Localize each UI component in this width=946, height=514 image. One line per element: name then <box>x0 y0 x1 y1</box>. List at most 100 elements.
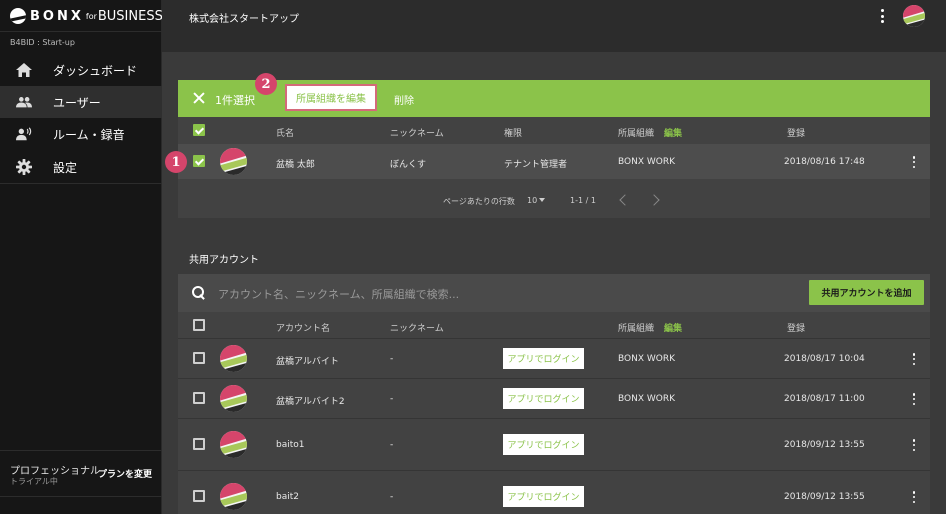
app-login-button[interactable]: アプリでログイン <box>503 348 584 369</box>
row-checkbox[interactable] <box>193 438 205 450</box>
row-more-icon[interactable] <box>909 353 919 365</box>
column-header-registered: 登録 <box>787 129 806 139</box>
column-header-account-name: アカウント名 <box>276 324 331 334</box>
add-shared-account-button[interactable]: 共用アカウントを追加 <box>809 280 924 305</box>
shared-table <box>178 312 930 514</box>
selection-bar: 1件選択 所属組織を編集 削除 <box>178 80 930 117</box>
account-org: BONX WORK <box>618 354 675 364</box>
account-registered: 2018/08/17 10:04 <box>784 354 865 364</box>
rows-per-page-value: 10 <box>527 196 538 205</box>
section-title: 共用アカウント <box>189 255 259 266</box>
search-input[interactable]: アカウント名、ニックネーム、所属組織で検索... <box>218 286 618 302</box>
user-registered: 2018/08/16 17:48 <box>784 157 865 167</box>
step-marker-2: 2 <box>255 73 277 95</box>
close-icon[interactable] <box>192 91 206 105</box>
sidebar-item-label: ルーム・録音 <box>53 127 125 142</box>
more-vert-icon[interactable] <box>876 8 888 24</box>
user-name: 盆橋 太郎 <box>276 160 315 170</box>
account-nickname: - <box>390 492 394 502</box>
divider <box>178 338 930 339</box>
delete-button[interactable]: 削除 <box>394 92 414 107</box>
column-header-nickname: ニックネーム <box>390 129 444 139</box>
account-nickname: - <box>390 440 394 450</box>
rows-per-page-label: ページあたりの行数 <box>443 197 515 206</box>
column-header-name: 氏名 <box>276 129 295 139</box>
sidebar-item-rooms[interactable]: ルーム・録音 <box>0 118 162 150</box>
row-more-icon[interactable] <box>909 491 919 503</box>
avatar <box>220 385 247 412</box>
row-more-icon[interactable] <box>909 156 919 168</box>
step-marker-1: 1 <box>165 151 187 173</box>
user-nickname: ぼんくす <box>390 160 427 170</box>
company-name: 株式会社スタートアップ <box>189 14 299 25</box>
selection-count: 1件選択 <box>215 94 255 107</box>
org-id: B4BID : Start-up <box>10 38 75 47</box>
app-login-button[interactable]: アプリでログイン <box>503 388 584 409</box>
divider <box>0 183 162 184</box>
user-org: BONX WORK <box>618 157 675 167</box>
plan-name: プロフェッショナル <box>10 466 100 477</box>
select-all-checkbox[interactable] <box>193 124 205 136</box>
account-name: 盆橋アルバイト <box>276 357 339 367</box>
divider <box>178 418 930 419</box>
column-header-org: 所属組織 <box>618 324 655 334</box>
divider <box>178 378 930 379</box>
app-login-button[interactable]: アプリでログイン <box>503 486 584 507</box>
select-all-checkbox[interactable] <box>193 319 205 331</box>
app-login-button[interactable]: アプリでログイン <box>503 434 584 455</box>
sidebar-item-dashboard[interactable]: ダッシュボード <box>0 54 162 86</box>
search-icon <box>192 286 206 300</box>
rows-per-page-select[interactable]: 10 <box>527 196 546 205</box>
account-nickname: - <box>390 354 394 364</box>
row-checkbox[interactable] <box>193 392 205 404</box>
org-edit-link[interactable]: 編集 <box>664 321 682 334</box>
user-role: テナント管理者 <box>504 160 568 170</box>
divider <box>0 450 162 451</box>
sidebar-item-settings[interactable]: 設定 <box>0 151 162 183</box>
divider <box>0 496 162 497</box>
account-registered: 2018/09/12 13:55 <box>784 440 865 450</box>
search-bar: アカウント名、ニックネーム、所属組織で検索... 共用アカウントを追加 <box>178 274 930 312</box>
account-name: 盆橋アルバイト2 <box>276 397 345 407</box>
column-header-nickname: ニックネーム <box>390 324 444 334</box>
avatar <box>220 148 247 175</box>
edit-org-button[interactable]: 所属組織を編集 <box>285 84 377 111</box>
change-plan-link[interactable]: プランを変更 <box>98 467 152 480</box>
sidebar: BONX for BUSINESS B4BID : Start-up ダッシュボ… <box>0 0 163 514</box>
row-checkbox[interactable] <box>193 490 205 502</box>
row-more-icon[interactable] <box>909 439 919 451</box>
avatar <box>220 345 247 372</box>
pagination-range: 1-1 / 1 <box>570 196 596 205</box>
gear-icon <box>16 159 32 175</box>
brand-business: BUSINESS <box>97 8 163 24</box>
voice-icon <box>16 126 32 142</box>
divider <box>178 470 930 471</box>
sidebar-item-label: 設定 <box>53 160 78 175</box>
column-header-org: 所属組織 <box>618 129 655 139</box>
org-edit-link[interactable]: 編集 <box>664 126 682 139</box>
account-nickname: - <box>390 394 394 404</box>
sidebar-item-users[interactable]: ユーザー <box>0 86 162 118</box>
account-registered: 2018/09/12 13:55 <box>784 492 865 502</box>
avatar <box>220 483 247 510</box>
divider <box>0 31 162 32</box>
account-name: baito1 <box>276 440 305 450</box>
home-icon <box>16 62 32 78</box>
row-checkbox[interactable] <box>193 352 205 364</box>
plan-status: トライアル中 <box>10 477 58 486</box>
header: 株式会社スタートアップ <box>162 0 946 52</box>
account-avatar[interactable] <box>903 5 925 27</box>
dropdown-arrow-icon <box>539 198 546 202</box>
column-header-role: 権限 <box>504 129 523 139</box>
people-icon <box>16 94 32 110</box>
row-checkbox[interactable] <box>193 155 205 167</box>
row-more-icon[interactable] <box>909 393 919 405</box>
sidebar-item-label: ダッシュボード <box>53 63 138 78</box>
account-org: BONX WORK <box>618 394 675 404</box>
bonx-logo-icon <box>10 8 26 24</box>
account-name: bait2 <box>276 492 299 502</box>
avatar <box>220 431 247 458</box>
brand-logo[interactable]: BONX for BUSINESS <box>10 7 163 25</box>
column-header-registered: 登録 <box>787 324 806 334</box>
brand-for: for <box>85 11 97 21</box>
